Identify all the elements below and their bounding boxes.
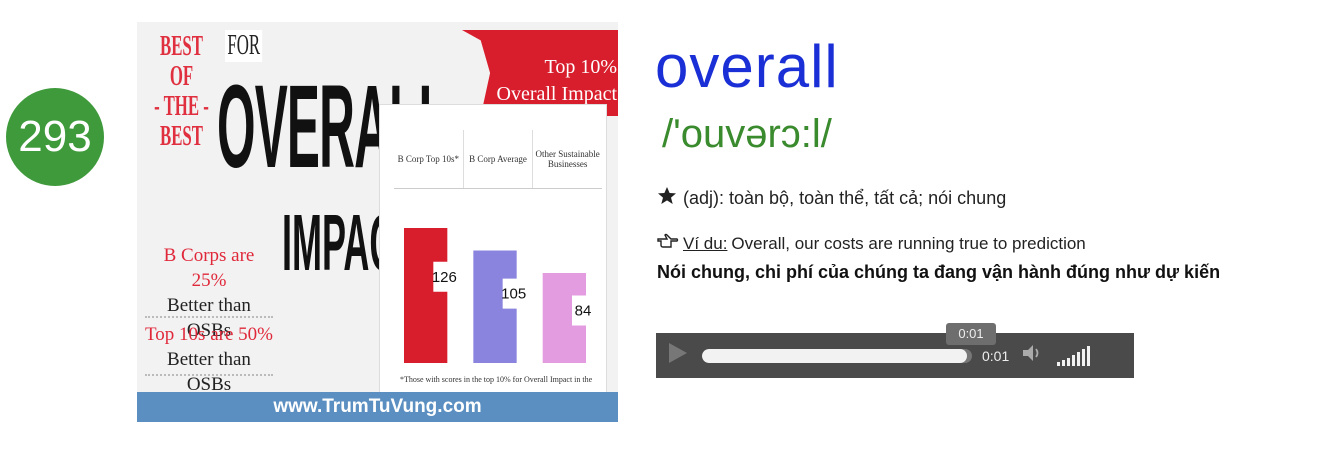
callout-2-dark: Better than OSBs (167, 349, 251, 395)
volume-bar (1082, 348, 1086, 366)
callout-2-red: Top 10s are 50% (145, 324, 273, 345)
ribbon-line-1: Top 10% (544, 56, 617, 78)
volume-icon (1021, 343, 1045, 368)
ribbon-text: Top 10% Overall Impact (482, 54, 618, 108)
chart-category-label: B Corp Average (464, 130, 534, 188)
word-number-badge: 293 (6, 88, 104, 186)
chart-header: B Corp Top 10s* B Corp Average Other Sus… (394, 130, 602, 189)
best-of-the-best-block: BEST OF - THE - BEST (145, 22, 215, 247)
for-text: FOR (225, 30, 263, 62)
volume-bar (1072, 354, 1076, 366)
chart-data-label: 126 (432, 269, 457, 286)
audio-progress-bar[interactable] (702, 348, 972, 363)
bar-chart: 126 105 84 (404, 228, 594, 363)
play-button[interactable] (656, 333, 700, 378)
meaning-text: (adj): toàn bộ, toàn thể, tất cả; nói ch… (683, 188, 1007, 208)
volume-bar (1062, 359, 1066, 366)
chart-footnote: *Those with scores in the top 10% for Ov… (400, 375, 593, 384)
best-of-the-best-text: BEST OF - THE - BEST (154, 31, 209, 152)
volume-bar (1067, 357, 1071, 366)
chart-data-label: 105 (501, 286, 526, 303)
volume-bar (1077, 351, 1081, 366)
pointing-hand-icon (657, 233, 679, 254)
example-sentence: Overall, our costs are running true to p… (731, 233, 1086, 253)
volume-bar (1057, 361, 1061, 366)
callout-divider (145, 374, 273, 386)
pronunciation: /'ouvərɔ:l/ (662, 112, 832, 156)
callout-1-red: B Corps are 25% (163, 245, 255, 291)
seek-tooltip: 0:01 (946, 323, 996, 345)
audio-progress-fill (702, 348, 967, 363)
volume-slider[interactable] (1057, 345, 1091, 366)
chart-bar (404, 228, 448, 363)
example-line: Ví du: Overall, our costs are running tr… (657, 233, 1086, 254)
audio-time: 0:01 (982, 347, 1010, 364)
word-number: 293 (18, 112, 92, 161)
vocabulary-word: overall (655, 33, 839, 100)
example-label: Ví du: (683, 233, 728, 253)
chart-category-label: B Corp Top 10s* (394, 130, 464, 188)
bar-chart-frame: B Corp Top 10s* B Corp Average Other Sus… (379, 104, 607, 396)
volume-bar (1087, 345, 1091, 366)
illustration-image: BEST OF - THE - BEST FOR OVERALL IMPACT … (137, 22, 618, 422)
mute-button[interactable] (1019, 342, 1047, 370)
star-icon (657, 186, 677, 211)
meaning-line: (adj): toàn bộ, toàn thể, tất cả; nói ch… (657, 186, 1006, 211)
chart-category-label: Other Sustainable Businesses (535, 149, 600, 169)
audio-player: 0:01 (656, 333, 1134, 378)
play-icon (667, 341, 689, 370)
chart-data-label: 84 (575, 303, 592, 320)
site-banner: www.TrumTuVung.com (137, 392, 618, 422)
example-translation: Nói chung, chi phí của chúng ta đang vận… (657, 262, 1221, 282)
